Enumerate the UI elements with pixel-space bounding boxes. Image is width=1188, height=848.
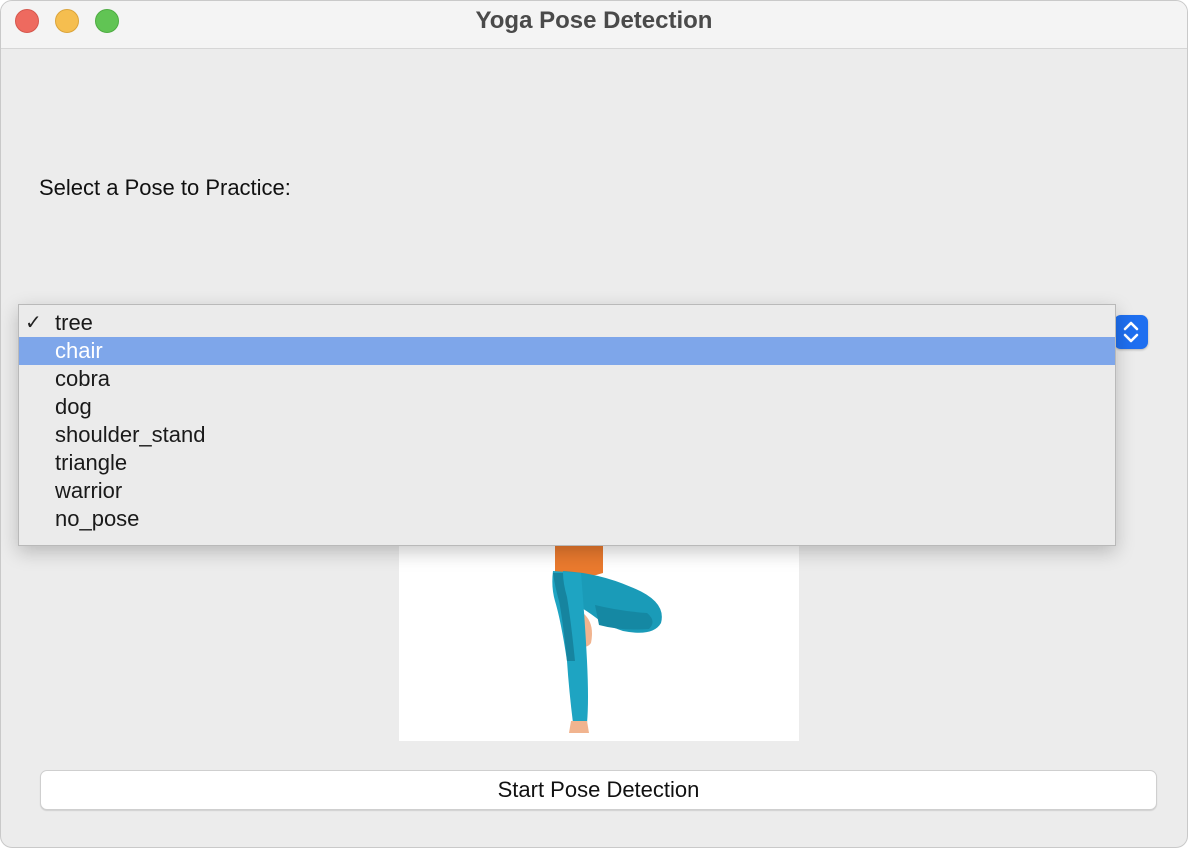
pose-option-cobra[interactable]: cobra — [19, 365, 1115, 393]
start-pose-detection-button[interactable]: Start Pose Detection — [40, 770, 1157, 810]
pose-option-label: tree — [55, 310, 93, 335]
pose-dropdown-menu: ✓ tree chair cobra dog shoulder_stand tr… — [18, 304, 1116, 546]
pose-option-label: dog — [55, 394, 92, 419]
pose-select-label: Select a Pose to Practice: — [39, 175, 291, 200]
pose-option-warrior[interactable]: warrior — [19, 477, 1115, 505]
pose-option-label: chair — [55, 338, 103, 363]
app-window: Yoga Pose Detection Select a Pose to Pra… — [0, 0, 1188, 848]
pose-option-label: triangle — [55, 450, 128, 475]
pose-option-label: warrior — [55, 478, 123, 503]
up-down-chevron-icon — [1123, 321, 1139, 343]
pose-option-no-pose[interactable]: no_pose — [19, 505, 1115, 533]
title-bar: Yoga Pose Detection — [1, 1, 1187, 49]
pose-option-shoulder-stand[interactable]: shoulder_stand — [19, 421, 1115, 449]
pose-option-dog[interactable]: dog — [19, 393, 1115, 421]
checkmark-icon: ✓ — [25, 312, 42, 334]
pose-option-triangle[interactable]: triangle — [19, 449, 1115, 477]
pose-option-tree[interactable]: ✓ tree — [19, 309, 1115, 337]
window-title: Yoga Pose Detection — [475, 7, 713, 34]
pose-option-chair[interactable]: chair — [19, 337, 1115, 365]
pose-option-label: shoulder_stand — [55, 422, 206, 447]
pose-option-label: cobra — [55, 366, 111, 391]
pose-select-stepper[interactable] — [1114, 315, 1148, 349]
pose-option-label: no_pose — [55, 506, 140, 531]
